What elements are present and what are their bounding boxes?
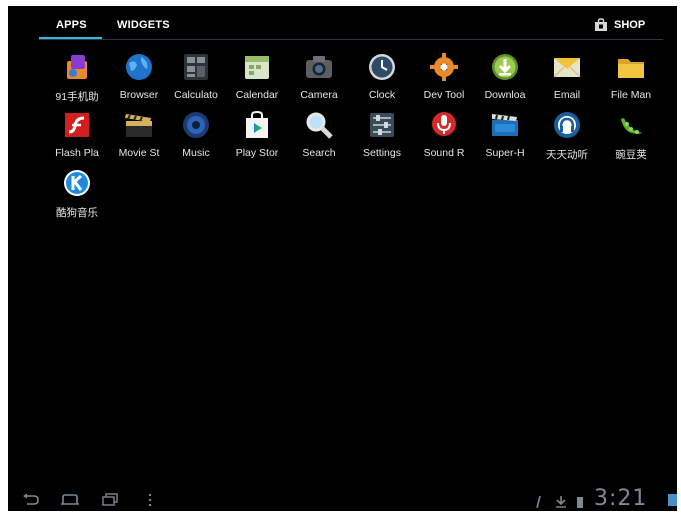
camera-icon [306,56,332,78]
app-shortcut[interactable]: 91手机助 [46,51,108,107]
app-shortcut[interactable]: Dev Tool [413,51,475,107]
app-shortcut[interactable]: Super-H [474,109,536,165]
app-shortcut[interactable]: Email [536,51,598,107]
folder-icon [618,59,644,78]
recent-apps-icon[interactable] [101,493,119,507]
app-label: Dev Tool [423,89,465,101]
video-clapper-icon [492,114,518,136]
microphone-icon [432,112,456,136]
menu-icon[interactable] [147,493,153,507]
envelope-icon [553,58,581,78]
calculator-icon [184,54,208,80]
clock-icon [369,54,395,80]
app-label: 酷狗音乐 [56,207,98,219]
usb-debug-icon [536,496,541,508]
app-shortcut[interactable]: Sound R [413,109,475,165]
clapperboard-icon [125,114,152,137]
app-shortcut[interactable]: 豌豆荚 [600,109,662,165]
app-shortcut[interactable]: Camera [288,51,350,107]
app-label: Sound R [423,147,465,159]
download-status-icon [556,496,566,508]
app-shortcut[interactable]: Calendar [226,51,288,107]
app-grid: 91手机助 Browser Calculato Calendar Camera Clock… [8,6,677,476]
app-shortcut[interactable]: File Man [600,51,662,107]
headphones-icon [554,112,580,138]
kugou-k-icon [64,170,90,196]
app-label: 91手机助 [55,91,99,103]
app-label: Flash Pla [55,147,99,159]
app-label: Email [553,89,581,101]
app-label: Settings [363,147,401,159]
home-icon[interactable] [60,493,80,507]
app-shortcut[interactable]: 天天动听 [536,109,598,165]
app-label: Music [182,147,210,159]
app-shortcut[interactable]: Flash Pla [46,109,108,165]
globe-icon [126,54,152,80]
app-label: Play Stor [235,147,279,159]
download-icon [492,54,518,80]
app-shortcut[interactable]: Movie St [108,109,170,165]
app-shortcut[interactable]: Browser [108,51,170,107]
back-icon[interactable] [22,493,40,507]
status-clock: 3:21 [594,486,648,511]
shopping-bag-icon [246,110,268,138]
app-label: Downloa [484,89,526,101]
app-shortcut[interactable]: Downloa [474,51,536,107]
app-shortcut[interactable]: Play Stor [226,109,288,165]
app-shortcut[interactable]: Clock [351,51,413,107]
gear-icon [430,53,458,81]
app-shortcut[interactable]: Search [288,109,350,165]
app-label: Calendar [235,89,279,101]
app-shortcut[interactable]: Settings [351,109,413,165]
speaker-icon [183,112,209,138]
app-label: Super-H [485,147,525,159]
app-label: 豌豆荚 [615,149,647,161]
settings-sliders-icon [370,113,394,137]
app-shortcut[interactable]: Music [165,109,227,165]
app-label: Search [302,147,336,159]
phone-assistant-icon [67,55,87,79]
app-label: 天天动听 [546,149,588,161]
app-label: Browser [119,89,159,101]
app-label: Calculato [174,89,218,101]
magnifier-icon [306,112,333,139]
app-label: File Man [610,89,652,101]
launcher-screen: APPS WIDGETS SHOP 91手机助 Browser Calculato C… [8,6,677,511]
app-shortcut[interactable]: Calculato [165,51,227,107]
flash-player-icon [65,113,89,137]
system-bar: 3:21 [8,486,677,511]
app-label: Camera [300,89,338,101]
pea-pod-icon [621,118,643,134]
app-label: Movie St [118,147,160,159]
wifi-icon [668,494,677,506]
app-label: Clock [368,89,396,101]
calendar-icon [245,56,269,79]
battery-icon [577,497,583,508]
app-shortcut[interactable]: 酷狗音乐 [46,167,108,223]
